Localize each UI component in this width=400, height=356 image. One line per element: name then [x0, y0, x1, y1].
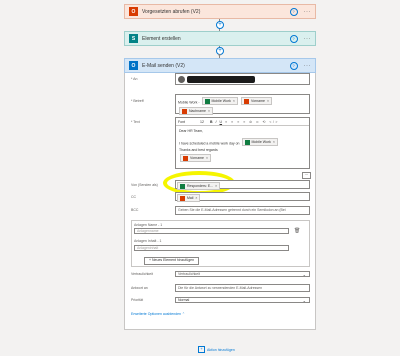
priority-select[interactable]: Normal ⌄ — [175, 297, 310, 303]
to-field[interactable] — [175, 73, 310, 85]
help-icon[interactable]: ? — [289, 34, 298, 43]
font-size-select[interactable]: 12 — [200, 120, 210, 124]
office365-icon: O — [129, 7, 138, 16]
subject-label: * Betreff — [131, 99, 144, 103]
chevron-down-icon: ⌄ — [302, 272, 306, 277]
excel-icon — [204, 98, 210, 104]
dynamic-token[interactable]: Mobile Work × — [201, 97, 238, 105]
from-field[interactable]: Responders: E... × — [175, 180, 310, 190]
more-options-icon[interactable]: ··· — [304, 9, 312, 15]
redacted-address — [187, 76, 255, 83]
body-line: I have scheduled a mobile work day on — [179, 141, 240, 146]
remove-icon[interactable]: × — [195, 196, 197, 200]
dynamic-token[interactable]: Mail × — [177, 194, 201, 202]
remove-icon[interactable]: × — [273, 139, 275, 145]
add-action-icon: + — [198, 346, 205, 353]
font-select[interactable]: Font — [178, 120, 200, 124]
step-title: Vorgesetzten abrufen (V2) — [142, 8, 201, 15]
cc-label: CC — [131, 195, 137, 199]
more-options-icon[interactable]: ··· — [304, 36, 312, 42]
add-action-button[interactable]: + Aktion hinzufügen — [198, 346, 235, 353]
remove-icon[interactable]: × — [233, 99, 235, 103]
bcc-label: BCC — [131, 208, 139, 212]
chevron-down-icon: ⌄ — [302, 298, 306, 303]
subject-text: Mobile Work - — [178, 100, 200, 105]
sharepoint-icon: S — [129, 34, 138, 43]
remove-icon[interactable]: × — [208, 109, 210, 113]
expand-editor-icon[interactable]: ··· — [302, 172, 311, 179]
help-icon[interactable]: ? — [289, 7, 298, 16]
to-label: * An — [131, 77, 138, 81]
bcc-input[interactable]: Geben Sie die E-Mail-Adressen getrennt d… — [175, 206, 310, 215]
dynamic-token[interactable]: Responders: E... × — [177, 182, 221, 190]
editor-toolbar: Font 12 B I U ≡ ≡ ≡ ≡ ⊘ ∞ ⟲ </> — [176, 118, 309, 126]
underline-button[interactable]: U — [220, 120, 223, 124]
delete-attachment-icon[interactable]: 🗑 — [294, 228, 300, 234]
more-options-icon[interactable]: ··· — [304, 63, 312, 69]
format-icons[interactable]: ≡ ≡ ≡ ≡ ⊘ ∞ ⟲ </> — [225, 120, 279, 124]
priority-label: Priorität — [131, 298, 144, 302]
step-title: Element erstellen — [142, 35, 181, 42]
attachment-name-label: Anlagen Name - 1 — [134, 223, 163, 227]
office365-icon — [183, 155, 188, 161]
reply-to-label: Antwort an — [131, 286, 148, 290]
insert-step-button[interactable]: + — [216, 21, 224, 29]
bold-button[interactable]: B — [210, 120, 213, 124]
excel-icon — [244, 139, 250, 145]
dynamic-token[interactable]: Vorname × — [240, 97, 272, 105]
office365-icon — [182, 108, 187, 114]
chevron-up-icon: ⌃ — [182, 312, 185, 316]
sensitivity-label: Vertraulichkeit — [131, 272, 153, 276]
attachment-content-input[interactable]: Anlageninhalt — [134, 245, 289, 251]
dynamic-token[interactable]: Nachname × — [179, 107, 213, 115]
step-send-mail[interactable]: O E-Mail senden (V2) ? ··· — [124, 58, 316, 73]
body-label: * Text — [131, 120, 140, 124]
remove-icon[interactable]: × — [267, 99, 269, 103]
subject-field[interactable]: Mobile Work - Mobile Work × Vorname × Nach… — [175, 94, 310, 115]
advanced-options-link[interactable]: Erweiterte Optionen ausblenden ⌃ — [131, 312, 185, 316]
dynamic-token[interactable]: Mobile Work × — [241, 138, 278, 146]
excel-icon — [180, 183, 185, 189]
step-create-item[interactable]: S Element erstellen ? ··· — [124, 31, 316, 46]
cc-field[interactable]: Mail × — [175, 192, 310, 202]
remove-icon[interactable]: × — [206, 155, 208, 161]
add-item-button[interactable]: + Neues Element hinzufügen — [144, 257, 200, 265]
reply-to-input[interactable]: Die für die Antwort zu verwendenden E-Ma… — [175, 284, 310, 292]
remove-icon[interactable]: × — [215, 184, 217, 188]
step-get-manager[interactable]: O Vorgesetzten abrufen (V2) ? ··· — [124, 4, 316, 19]
italic-button[interactable]: I — [216, 120, 217, 124]
body-line: Thanks and best regards — [179, 148, 218, 152]
from-label: Von (Senden als) — [131, 183, 158, 187]
avatar — [178, 76, 185, 83]
dynamic-token[interactable]: Vorname × — [180, 154, 212, 162]
body-editor[interactable]: Font 12 B I U ≡ ≡ ≡ ≡ ⊘ ∞ ⟲ </> Dear HR … — [175, 117, 310, 169]
outlook-icon: O — [129, 61, 138, 70]
attachment-name-input[interactable]: Anlagenname — [134, 228, 289, 234]
office365-icon — [243, 98, 249, 104]
attachment-content-label: Anlagen Inhalt - 1 — [134, 239, 162, 243]
help-icon[interactable]: ? — [289, 61, 298, 70]
step-title: E-Mail senden (V2) — [142, 62, 185, 69]
office365-icon — [180, 195, 185, 201]
sensitivity-select[interactable]: Vertraulichkeit ⌄ — [175, 271, 310, 277]
